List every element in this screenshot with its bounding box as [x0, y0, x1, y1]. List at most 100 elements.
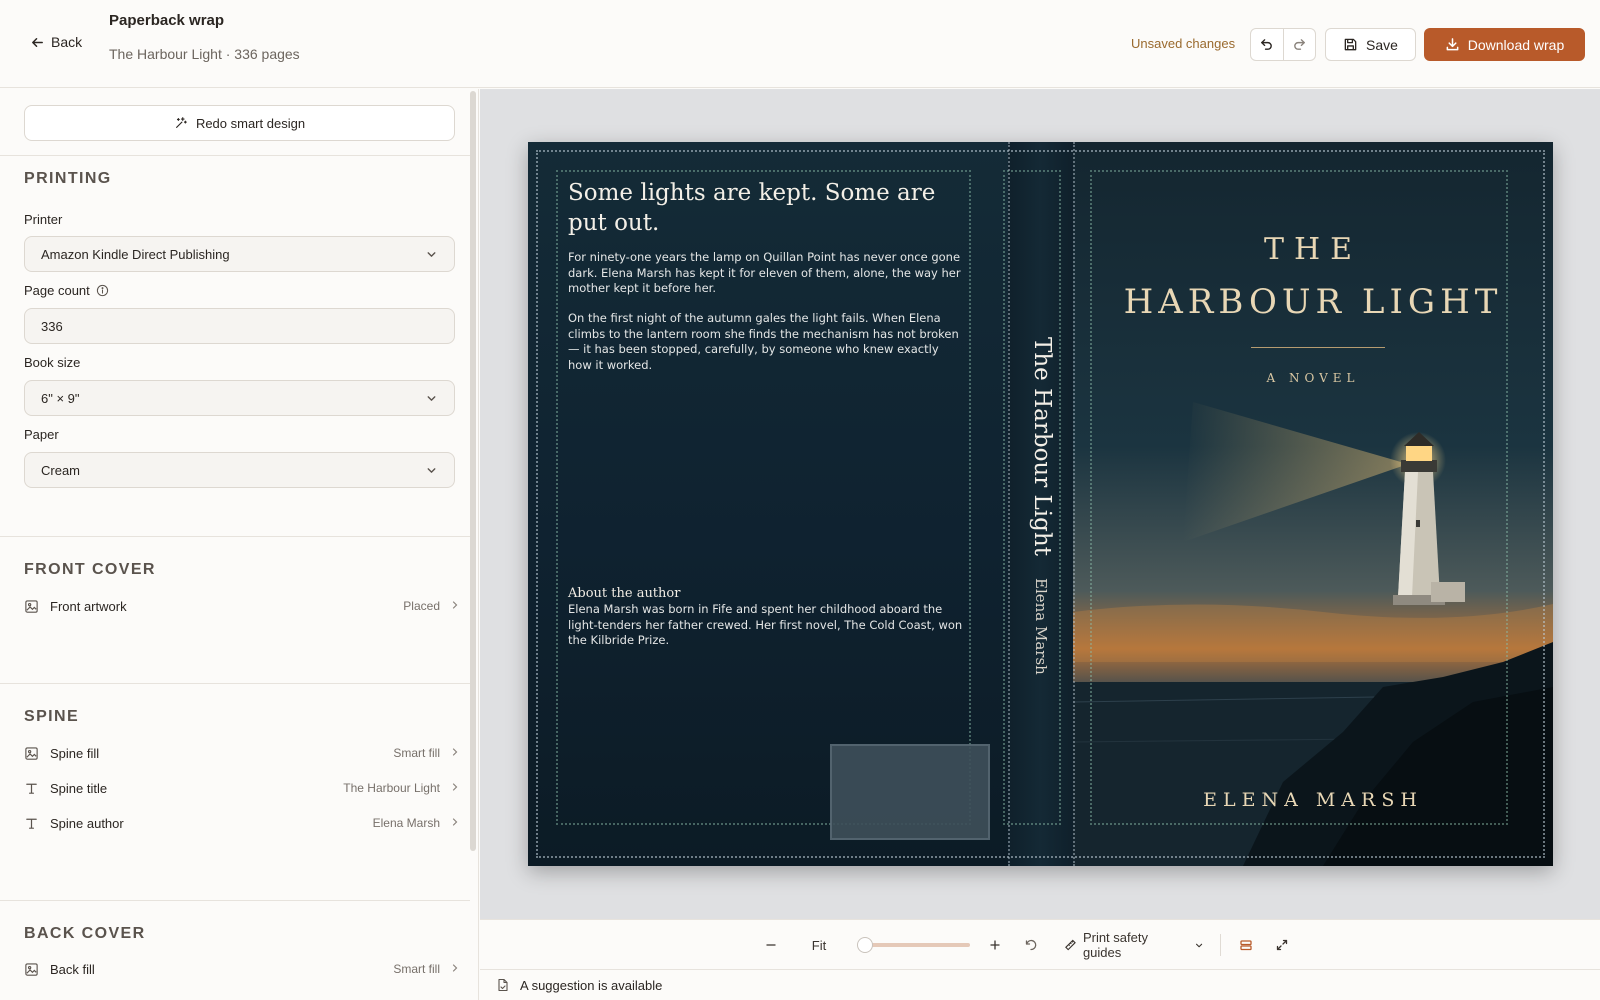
- chevron-right-icon: [450, 597, 460, 615]
- suggestion-text: A suggestion is available: [520, 977, 663, 993]
- settings-sidebar: Redo smart design PRINTING Printer Amazo…: [0, 89, 479, 1000]
- info-icon[interactable]: [96, 284, 109, 297]
- back-fill-label: Back fill: [50, 961, 95, 977]
- fit-button[interactable]: Fit: [802, 934, 836, 956]
- paper-value: Cream: [41, 462, 81, 478]
- download-wrap-button[interactable]: Download wrap: [1424, 28, 1585, 61]
- printer-label-text: Printer: [24, 212, 63, 227]
- save-icon: [1344, 38, 1357, 51]
- redo-icon: [1293, 39, 1305, 50]
- undo-redo-group: [1250, 28, 1316, 61]
- back-fill-value: Smart fill: [393, 962, 440, 976]
- back-blurb-paragraph-2[interactable]: On the first night of the autumn gales t…: [568, 311, 963, 373]
- paper-label: Paper: [24, 427, 59, 442]
- front-artwork-row[interactable]: Front artwork Placed: [24, 593, 460, 619]
- zoom-slider-handle[interactable]: [857, 937, 873, 953]
- page-count-input[interactable]: [24, 308, 455, 344]
- back-cover-section-title: BACK COVER: [24, 925, 146, 942]
- toolbar-divider: [1220, 934, 1221, 956]
- about-author-text[interactable]: Elena Marsh was born in Fife and spent h…: [568, 602, 963, 649]
- save-button[interactable]: Save: [1325, 28, 1416, 61]
- chevron-down-icon: [427, 467, 436, 473]
- spine-fill-value: Smart fill: [393, 746, 440, 760]
- chevron-right-icon: [450, 779, 460, 797]
- chevron-down-icon: [427, 251, 436, 257]
- canvas-toolbar: Fit Print safety guides: [480, 919, 1600, 969]
- download-icon: [1446, 38, 1459, 51]
- print-safety-guides-dropdown[interactable]: Print safety guides: [1064, 930, 1204, 960]
- sparkle-icon: [175, 117, 187, 128]
- barcode-placeholder: [830, 744, 990, 840]
- paper-select[interactable]: Cream: [24, 452, 455, 488]
- divider: [0, 683, 470, 684]
- page-title: Paperback wrap: [109, 12, 225, 29]
- spine-title-row[interactable]: Spine title The Harbour Light: [24, 775, 460, 801]
- spine-author-text[interactable]: Elena Marsh: [1032, 578, 1050, 675]
- spine-title-value: The Harbour Light: [343, 781, 440, 795]
- spine-author-value: Elena Marsh: [372, 816, 440, 830]
- spine-fill-row[interactable]: Spine fill Smart fill: [24, 740, 460, 766]
- redo-smart-design-label: Redo smart design: [195, 115, 306, 131]
- redo-button[interactable]: [1282, 29, 1316, 60]
- back-blurb-paragraph-1[interactable]: For ninety-one years the lamp on Quillan…: [568, 250, 963, 297]
- printer-select[interactable]: Amazon Kindle Direct Publishing: [24, 236, 455, 272]
- divider: [0, 155, 470, 156]
- preview-canvas[interactable]: Some lights are kept. Some are put out. …: [480, 89, 1600, 919]
- status-bar[interactable]: A suggestion is available: [480, 969, 1600, 1000]
- rotate-ccw-icon: [1025, 939, 1037, 951]
- sidebar-scrollbar[interactable]: [470, 91, 476, 851]
- front-title-the[interactable]: THE: [1073, 232, 1553, 267]
- guides-label: Print safety guides: [1082, 930, 1148, 960]
- zoom-slider-track[interactable]: [860, 943, 970, 947]
- ruler-icon: [1065, 939, 1076, 951]
- back-button[interactable]: Back: [30, 34, 82, 50]
- spine-title-text[interactable]: The Harbour Light: [1029, 337, 1055, 556]
- front-author[interactable]: ELENA MARSH: [1073, 789, 1553, 811]
- back-fill-row[interactable]: Back fill Smart fill: [24, 956, 460, 982]
- image-icon: [24, 746, 39, 761]
- undo-icon: [1261, 39, 1273, 50]
- chevron-right-icon: [450, 814, 460, 832]
- arrow-left-icon: [32, 37, 43, 47]
- spine-section-title: SPINE: [24, 708, 80, 725]
- expand-icon: [1276, 939, 1288, 951]
- back-label: Back: [51, 34, 83, 50]
- printer-value: Amazon Kindle Direct Publishing: [41, 246, 230, 262]
- cover-wrap[interactable]: Some lights are kept. Some are put out. …: [528, 142, 1553, 866]
- divider: [0, 536, 470, 537]
- front-title[interactable]: HARBOUR LIGHT: [1073, 282, 1553, 322]
- save-label: Save: [1366, 36, 1398, 53]
- chevron-right-icon: [450, 744, 460, 762]
- layers-icon: [1240, 940, 1252, 951]
- redo-smart-design-button[interactable]: Redo smart design: [24, 105, 455, 141]
- spine-author-row[interactable]: Spine author Elena Marsh: [24, 810, 460, 836]
- front-artwork-label: Front artwork: [50, 598, 127, 614]
- page-subtitle: The Harbour Light · 336 pages: [109, 46, 300, 62]
- book-size-label: Book size: [24, 355, 80, 370]
- chevron-down-icon: [1195, 943, 1203, 947]
- divider: [0, 900, 470, 901]
- document-suggestion-icon: [498, 978, 508, 992]
- layout-toggle-button[interactable]: [1235, 934, 1257, 956]
- book-size-select[interactable]: 6" × 9": [24, 380, 455, 416]
- download-label: Download wrap: [1467, 36, 1565, 53]
- plus-icon: [990, 940, 1000, 950]
- chevron-right-icon: [450, 960, 460, 978]
- title-rule: [1251, 347, 1385, 348]
- text-icon: [24, 816, 39, 831]
- zoom-in-button[interactable]: [984, 934, 1006, 956]
- spine-author-label: Spine author: [50, 815, 124, 831]
- page-count-label-text: Page count: [24, 283, 90, 298]
- front-artwork-value: Placed: [403, 599, 440, 613]
- fullscreen-button[interactable]: [1271, 934, 1293, 956]
- page-count-label: Page count: [24, 283, 109, 298]
- back-headline[interactable]: Some lights are kept. Some are put out.: [568, 178, 968, 238]
- printer-label: Printer: [24, 212, 62, 227]
- zoom-out-button[interactable]: [760, 934, 782, 956]
- undo-button[interactable]: [1251, 29, 1283, 60]
- printing-section-title: PRINTING: [24, 170, 112, 187]
- reset-zoom-button[interactable]: [1020, 934, 1042, 956]
- book-size-value: 6" × 9": [41, 390, 80, 406]
- about-author-title[interactable]: About the author: [568, 586, 680, 601]
- front-tagline[interactable]: A NOVEL: [1073, 371, 1553, 385]
